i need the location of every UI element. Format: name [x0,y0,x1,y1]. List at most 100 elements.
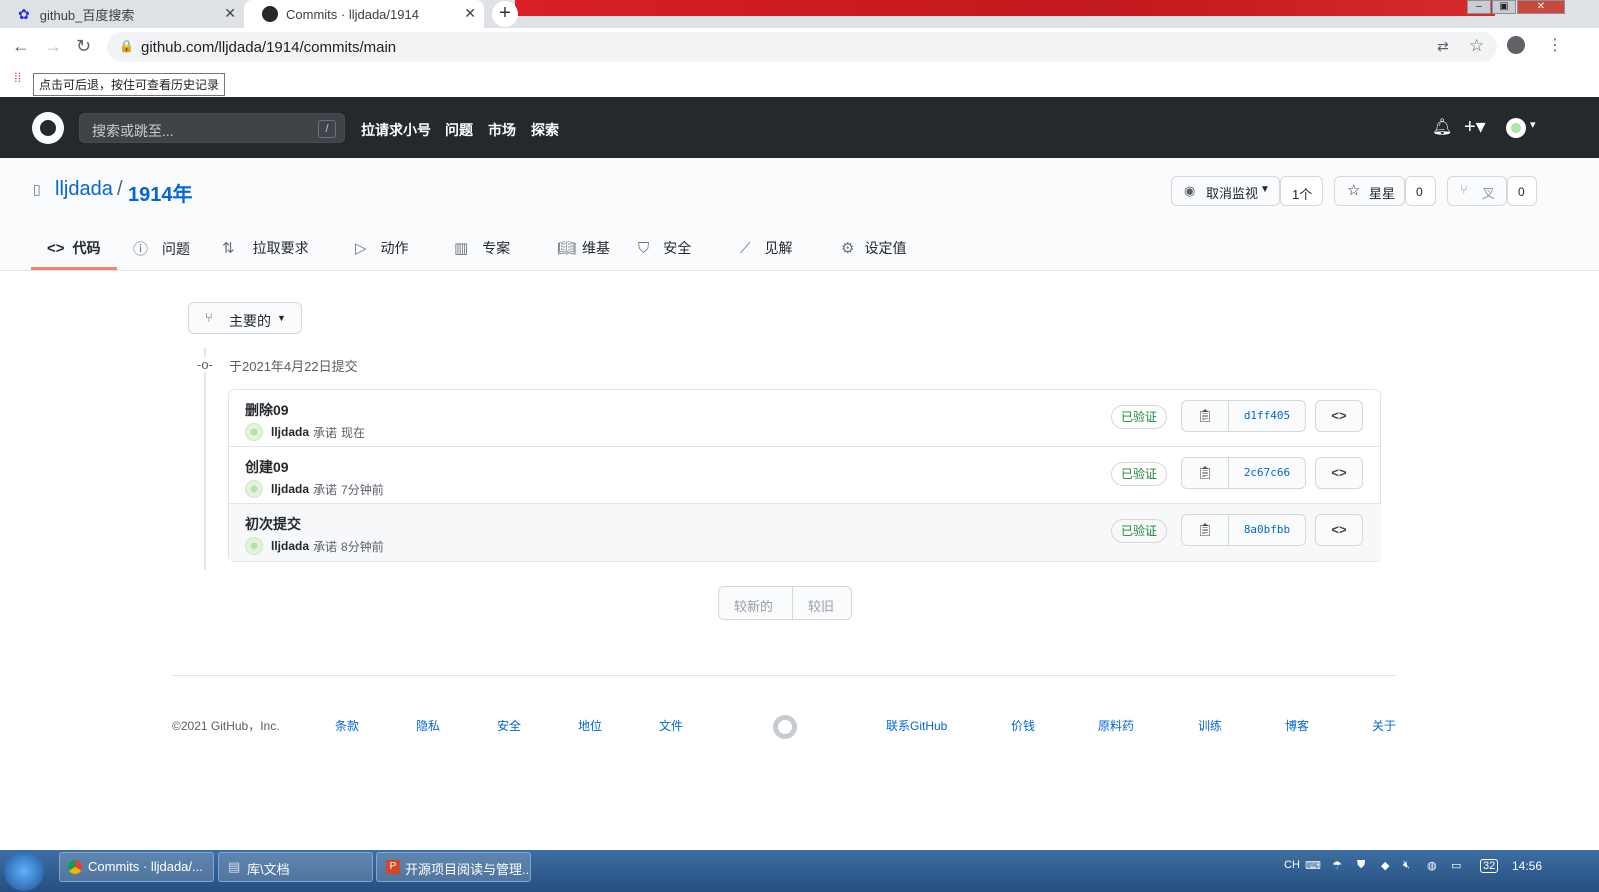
profile-icon[interactable] [1507,36,1525,54]
tab-wiki[interactable]: 📖︎ 维基 [557,238,610,258]
green-tray-icon[interactable]: ◆ [1381,859,1389,872]
bell-icon[interactable]: 🔔︎ [1432,117,1452,137]
browse-files-button[interactable]: <> [1315,400,1363,432]
language-indicator[interactable]: CH [1284,859,1300,871]
footer-link-security[interactable]: 安全 [497,717,521,734]
close-tab-icon[interactable]: ✕ [224,5,236,22]
verified-badge[interactable]: 已验证 [1111,519,1168,543]
tab-security[interactable]: ⛉ 安全 [638,238,691,258]
user-avatar[interactable] [1506,118,1526,138]
tab-projects[interactable]: ▥ 专案 [454,238,510,258]
volume-muted-icon[interactable]: 🔇︎ [1403,859,1410,872]
author-avatar[interactable] [245,537,263,555]
tray-badge[interactable]: 32 [1480,859,1499,873]
commit-row: 删除09 lljdada 承诺 现在 已验证 📋︎ d1ff405 <> [229,390,1381,447]
tab-insights[interactable]: ⟋ 见解 [740,238,793,258]
author-avatar[interactable] [245,423,263,441]
author-avatar[interactable] [245,480,263,498]
tab-issues[interactable]: ⓘ 问题 [133,238,190,259]
bookmark-star-icon[interactable]: ☆ [1469,36,1484,56]
commit-sha-link[interactable]: 8a0bfbb [1228,514,1306,546]
search-input[interactable]: 搜索或跳至... / [79,113,345,143]
copy-sha-button[interactable]: 📋︎ [1181,514,1229,546]
system-clock[interactable]: 14:56 [1512,859,1542,873]
browser-tab-commits[interactable]: Commits · lljdada/1914 ✕ [244,0,484,28]
omnibox[interactable]: 🔒 github.com/lljdada/1914/commits/main ⇄… [107,32,1497,62]
footer-link-pricing[interactable]: 价钱 [1011,717,1035,734]
repo-name-link[interactable]: 1914年 [128,178,193,207]
commit-author[interactable]: lljdada [271,482,309,496]
translate-icon[interactable]: ⇄ [1437,38,1449,55]
commit-title[interactable]: 创建09 [245,457,289,477]
browse-files-button[interactable]: <> [1315,514,1363,546]
fork-button[interactable]: ⑂ 叉 [1447,176,1507,206]
taskbar-item-chrome[interactable]: Commits · lljdada/... [59,852,214,882]
footer-link-docs[interactable]: 文件 [659,717,683,734]
chevron-down-icon[interactable]: ▾ [1530,118,1536,131]
close-window-button[interactable]: ✕ [1517,0,1565,14]
taskbar-item-explorer[interactable]: ▤ 库\文档 [218,852,373,882]
maximize-button[interactable]: ▣ [1492,0,1516,14]
url-text[interactable]: github.com/lljdada/1914/commits/main [141,39,396,56]
commit-author[interactable]: lljdada [271,539,309,553]
fork-count[interactable]: 0 [1507,176,1537,206]
older-button[interactable]: 较旧 [808,596,834,615]
footer-link-api[interactable]: 原料药 [1098,717,1134,734]
commit-title[interactable]: 删除09 [245,400,289,420]
minimize-button[interactable]: – [1467,0,1491,14]
commit-author[interactable]: lljdada [271,425,309,439]
github-logo-icon[interactable] [32,112,64,144]
commit-sha-link[interactable]: 2c67c66 [1228,457,1306,489]
network-icon[interactable]: ▭ [1451,859,1461,872]
commit-sha-link[interactable]: d1ff405 [1228,400,1306,432]
nav-issues[interactable]: 问题 [445,120,473,140]
footer-link-status[interactable]: 地位 [578,717,602,734]
close-tab-icon[interactable]: ✕ [464,5,476,22]
copy-sha-button[interactable]: 📋︎ [1181,457,1229,489]
forward-arrow-icon[interactable]: → [44,36,62,57]
star-button[interactable]: ☆ 星星 [1334,176,1405,206]
verified-badge[interactable]: 已验证 [1111,462,1168,486]
repo-separator: / [117,178,123,200]
star-count[interactable]: 0 [1405,176,1436,206]
tray-app-icon[interactable]: ☂ [1332,859,1342,872]
browse-files-button[interactable]: <> [1315,457,1363,489]
tab-settings[interactable]: ⚙ 设定值 [841,238,906,258]
github-footer-logo-icon[interactable] [773,715,797,739]
commit-title[interactable]: 初次提交 [245,514,301,534]
keyboard-icon[interactable]: ⌨ [1305,859,1321,872]
tab-actions[interactable]: ▷ 动作 [355,238,409,258]
footer-link-privacy[interactable]: 隐私 [416,717,440,734]
copy-sha-button[interactable]: 📋︎ [1181,400,1229,432]
nav-pull-requests[interactable]: 拉请求小号 [361,120,431,140]
branch-selector[interactable]: ⑂ 主要的 ▼ [188,302,302,334]
plus-dropdown-icon[interactable]: +▾ [1464,114,1486,139]
watch-button[interactable]: ◉ 取消监视 ▼ [1171,176,1280,206]
nav-marketplace[interactable]: 市场 [488,120,516,140]
footer-link-terms[interactable]: 条款 [335,717,359,734]
menu-kebab-icon[interactable]: ⋮ [1547,35,1563,55]
fork-label: 叉 [1482,186,1496,201]
tab-pull-requests[interactable]: ⇅ 拉取要求 [222,238,309,258]
newer-button[interactable]: 较新的 [734,596,773,615]
back-arrow-icon[interactable]: ← [12,36,30,57]
tab-label: 问题 [162,240,191,257]
repo-owner-link[interactable]: lljdada [55,178,113,201]
reload-icon[interactable]: ↻ [76,36,91,57]
watch-count[interactable]: 1个 [1280,176,1323,206]
start-button[interactable] [4,851,44,891]
browser-tab-baidu[interactable]: ✿ github_百度搜索 ✕ [0,0,244,28]
tab-code[interactable]: <> 代码 [47,238,101,258]
footer-link-about[interactable]: 关于 [1372,717,1396,734]
verified-badge[interactable]: 已验证 [1111,405,1168,429]
footer-link-training[interactable]: 训练 [1198,717,1222,734]
taskbar-item-powerpoint[interactable]: P 开源项目阅读与管理... [376,852,531,882]
new-tab-button[interactable]: + [492,1,518,27]
apps-grid-icon[interactable]: ⁞⁞ [14,70,21,85]
footer-link-blog[interactable]: 博客 [1285,717,1309,734]
orange-tray-icon[interactable]: ◍ [1427,859,1437,872]
nav-explore[interactable]: 探索 [531,120,559,140]
powerpoint-icon: P [386,860,400,874]
footer-link-contact[interactable]: 联系GitHub [886,717,947,734]
shield-tray-icon[interactable]: ⛊ [1357,859,1365,872]
